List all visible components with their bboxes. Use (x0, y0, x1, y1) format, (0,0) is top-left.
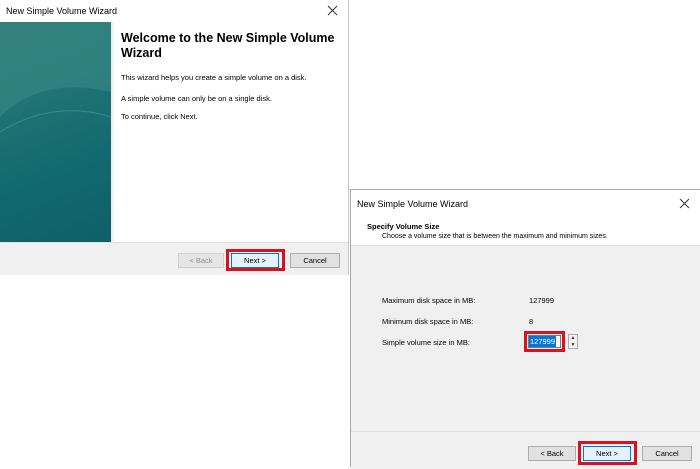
volume-size-stepper[interactable]: ▲ ▼ (568, 334, 578, 349)
min-space-label: Minimum disk space in MB: (382, 317, 474, 326)
window-title: New Simple Volume Wizard (357, 199, 469, 209)
next-highlight-box (226, 249, 285, 271)
welcome-wizard-dialog: New Simple Volume Wizard Welcome to the … (0, 0, 349, 275)
info-text: A simple volume can only be on a single … (121, 94, 272, 103)
size-input-highlight-box (524, 331, 565, 352)
back-button[interactable]: < Back (178, 253, 224, 268)
page-subtitle: Choose a volume size that is between the… (382, 233, 608, 240)
wizard-footer: < Back Next > Cancel (0, 242, 348, 275)
volume-size-wizard-dialog: New Simple Volume Wizard Specify Volume … (350, 189, 700, 469)
min-space-value: 8 (529, 317, 534, 326)
title-bar: New Simple Volume Wizard (0, 0, 348, 24)
welcome-heading: Welcome to the New Simple Volume Wizard (121, 31, 335, 60)
page-title: Specify Volume Size (367, 222, 440, 231)
continue-text: To continue, click Next. (121, 112, 198, 121)
close-icon[interactable] (676, 195, 694, 213)
window-title: New Simple Volume Wizard (6, 6, 118, 16)
intro-text: This wizard helps you create a simple vo… (121, 73, 307, 82)
cancel-button[interactable]: Cancel (290, 253, 340, 268)
next-highlight-box (578, 441, 637, 465)
wizard-footer: < Back Next > Cancel (351, 431, 700, 469)
spin-up-icon[interactable]: ▲ (569, 335, 577, 341)
back-button[interactable]: < Back (528, 446, 576, 461)
cancel-button[interactable]: Cancel (642, 446, 692, 461)
banner-shadow (111, 22, 116, 242)
close-icon[interactable] (324, 2, 342, 20)
title-bar: New Simple Volume Wizard (351, 190, 700, 214)
spin-down-icon[interactable]: ▼ (569, 342, 577, 348)
wizard-page-header: Specify Volume Size Choose a volume size… (351, 214, 700, 246)
volume-size-label: Simple volume size in MB: (382, 338, 470, 347)
max-space-label: Maximum disk space in MB: (382, 296, 476, 305)
wizard-side-banner (0, 22, 111, 242)
max-space-value: 127999 (529, 296, 555, 305)
